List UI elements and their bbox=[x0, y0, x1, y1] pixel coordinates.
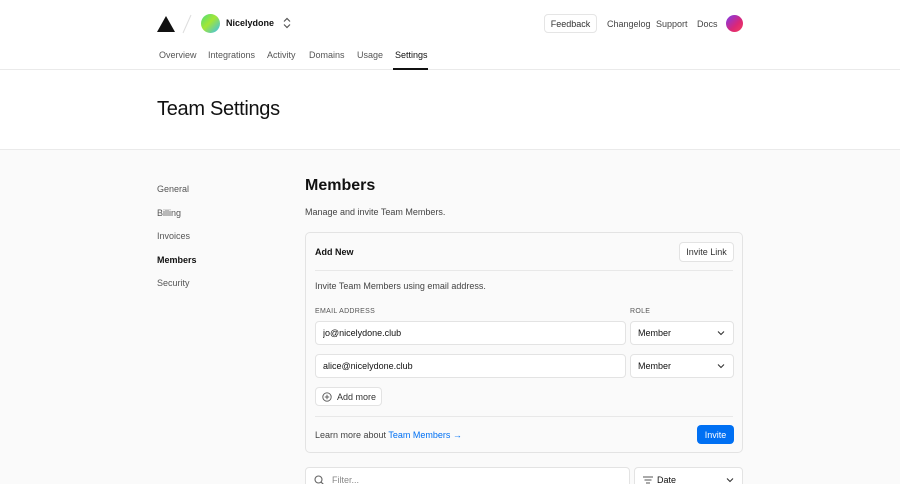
chevron-down-icon bbox=[726, 478, 734, 483]
add-more-button[interactable]: Add more bbox=[315, 387, 382, 406]
tab-domains[interactable]: Domains bbox=[309, 50, 345, 60]
tab-integrations[interactable]: Integrations bbox=[208, 50, 255, 60]
plus-circle-icon bbox=[322, 391, 332, 402]
sort-select[interactable]: Date bbox=[634, 467, 743, 484]
top-header: Nicelydone Feedback Changelog Support Do… bbox=[0, 0, 900, 70]
nav-tabs: Overview Integrations Activity Domains U… bbox=[0, 50, 900, 70]
team-avatar bbox=[201, 13, 220, 33]
card-title: Add New bbox=[315, 247, 354, 257]
filter-input[interactable] bbox=[332, 473, 612, 484]
user-avatar[interactable] bbox=[726, 15, 743, 32]
team-name: Nicelydone bbox=[226, 18, 275, 28]
role-select[interactable]: Member bbox=[630, 321, 734, 345]
tab-usage[interactable]: Usage bbox=[357, 50, 383, 60]
docs-link[interactable]: Docs bbox=[697, 19, 718, 29]
logo-triangle-icon[interactable] bbox=[157, 16, 175, 32]
chevron-up-down-icon bbox=[283, 17, 291, 29]
section-title: Members bbox=[305, 177, 376, 194]
add-new-card: Add New Invite Link Invite Team Members … bbox=[305, 232, 743, 453]
chevron-down-icon bbox=[717, 331, 725, 336]
invite-button[interactable]: Invite bbox=[697, 425, 734, 444]
title-band bbox=[0, 70, 900, 150]
sidebar-item-security[interactable]: Security bbox=[157, 278, 190, 288]
email-field[interactable] bbox=[315, 321, 626, 345]
tab-settings[interactable]: Settings bbox=[395, 50, 428, 60]
invite-link-button[interactable]: Invite Link bbox=[679, 242, 734, 262]
support-link[interactable]: Support bbox=[656, 19, 688, 29]
sidebar-item-general[interactable]: General bbox=[157, 184, 189, 194]
sidebar-item-invoices[interactable]: Invoices bbox=[157, 231, 190, 241]
search-icon bbox=[314, 475, 324, 484]
role-select[interactable]: Member bbox=[630, 354, 734, 378]
role-label: ROLE bbox=[630, 308, 651, 315]
sidebar-item-billing[interactable]: Billing bbox=[157, 208, 181, 218]
breadcrumb-slash-icon bbox=[182, 14, 192, 34]
team-switcher[interactable]: Nicelydone bbox=[201, 13, 292, 33]
tab-activity[interactable]: Activity bbox=[267, 50, 296, 60]
sort-lines-icon bbox=[643, 476, 653, 484]
tab-overview[interactable]: Overview bbox=[159, 50, 197, 60]
email-field[interactable] bbox=[315, 354, 626, 378]
filter-box bbox=[305, 467, 630, 484]
card-divider bbox=[315, 270, 733, 271]
role-select-value: Member bbox=[638, 328, 672, 338]
email-label: EMAIL ADDRESS bbox=[315, 308, 376, 315]
changelog-link[interactable]: Changelog bbox=[607, 19, 651, 29]
card-divider bbox=[315, 416, 733, 417]
add-more-label: Add more bbox=[337, 391, 377, 402]
role-select-value: Member bbox=[638, 361, 672, 371]
feedback-button[interactable]: Feedback bbox=[544, 14, 597, 33]
card-description: Invite Team Members using email address. bbox=[315, 281, 486, 291]
page-title: Team Settings bbox=[157, 98, 280, 120]
learn-more-prefix: Learn more about bbox=[315, 430, 387, 440]
section-description: Manage and invite Team Members. bbox=[305, 207, 446, 217]
sidebar-item-members[interactable]: Members bbox=[157, 255, 197, 265]
team-members-link[interactable]: Team Members → bbox=[388, 430, 462, 440]
learn-more-text: Learn more about Team Members → bbox=[315, 430, 462, 440]
sort-label: Date bbox=[657, 475, 677, 484]
chevron-down-icon bbox=[717, 364, 725, 369]
